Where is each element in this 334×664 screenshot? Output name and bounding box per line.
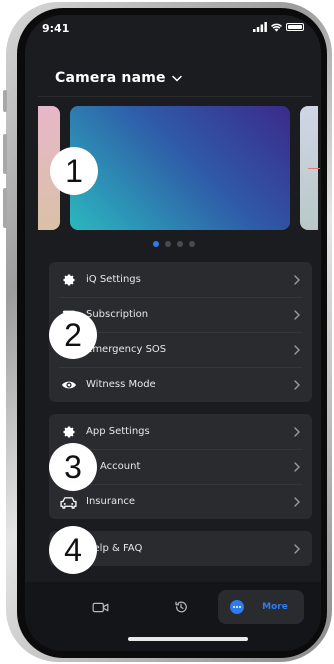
chevron-right-icon xyxy=(294,544,300,554)
menu-item-insurance[interactable]: Insurance xyxy=(49,484,312,519)
app-root: 9:41 Camera name iQ Settings Subscriptio… xyxy=(25,15,321,651)
cellular-signal-icon xyxy=(253,22,267,32)
carousel-page-indicator[interactable] xyxy=(153,241,195,247)
battery-icon xyxy=(286,23,304,31)
tab-more[interactable]: More xyxy=(218,590,304,624)
home-indicator xyxy=(128,637,248,641)
chevron-right-icon xyxy=(294,462,300,472)
camera-name: Camera name xyxy=(55,70,166,86)
menu-item-label: iQ Settings xyxy=(86,274,141,285)
annotation-badge-3: 3 xyxy=(49,443,97,491)
eye-icon xyxy=(61,377,77,393)
status-time: 9:41 xyxy=(42,22,70,35)
menu-item-label: App Settings xyxy=(86,426,150,437)
carousel-card-current[interactable] xyxy=(70,106,290,230)
tab-more-label: More xyxy=(262,602,288,612)
gear-icon xyxy=(61,424,77,440)
tab-history[interactable] xyxy=(161,590,201,624)
annotation-badge-2: 2 xyxy=(49,311,97,359)
menu-item-witness-mode[interactable]: Witness Mode xyxy=(49,367,312,402)
menu-item-app-settings[interactable]: App Settings xyxy=(49,414,312,449)
chevron-right-icon xyxy=(294,380,300,390)
car-icon xyxy=(59,494,77,510)
chevron-right-icon xyxy=(294,427,300,437)
more-icon xyxy=(230,600,244,614)
chevron-right-icon xyxy=(294,345,300,355)
chevron-right-icon xyxy=(294,275,300,285)
tab-video[interactable] xyxy=(80,590,120,624)
status-icons xyxy=(253,22,304,32)
header-divider xyxy=(38,96,312,97)
menu-item-label: Insurance xyxy=(86,496,136,507)
camera-selector[interactable]: Camera name xyxy=(55,67,182,89)
menu-item-label: Account xyxy=(100,461,141,472)
page-dot-1[interactable] xyxy=(153,241,159,247)
video-camera-icon xyxy=(92,602,108,612)
wifi-icon xyxy=(271,23,282,32)
gear-icon xyxy=(61,272,77,288)
volume-down-button xyxy=(3,188,7,228)
menu-item-label: Subscription xyxy=(86,309,149,320)
menu-item-iq-settings[interactable]: iQ Settings xyxy=(49,262,312,297)
chevron-right-icon xyxy=(294,497,300,507)
chevron-down-icon xyxy=(171,75,182,82)
annotation-badge-4: 4 xyxy=(49,526,97,574)
menu-item-label: Emergency SOS xyxy=(86,344,167,355)
page-dot-4[interactable] xyxy=(189,241,195,247)
chevron-right-icon xyxy=(294,310,300,320)
volume-up-button xyxy=(3,134,7,174)
silent-switch xyxy=(3,90,7,112)
carousel-card-next[interactable] xyxy=(300,106,320,230)
annotation-badge-1: 1 xyxy=(50,147,98,195)
page-dot-2[interactable] xyxy=(165,241,171,247)
history-icon xyxy=(175,601,187,613)
menu-item-label: Witness Mode xyxy=(86,379,156,390)
status-bar: 9:41 xyxy=(25,15,321,46)
page-dot-3[interactable] xyxy=(177,241,183,247)
